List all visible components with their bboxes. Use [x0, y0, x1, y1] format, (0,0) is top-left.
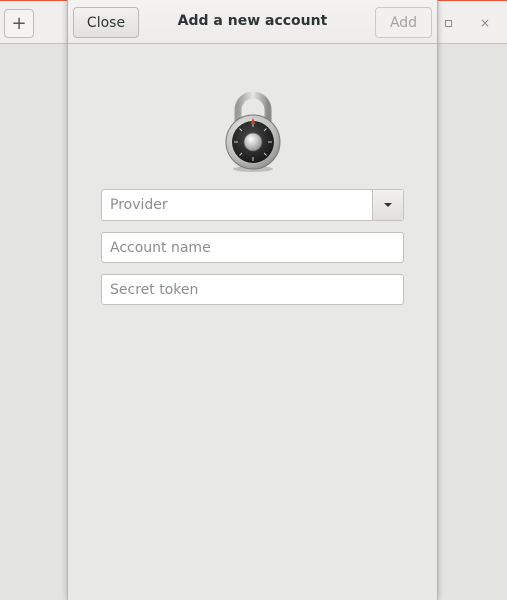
- maximize-icon: [444, 19, 452, 27]
- close-button[interactable]: Close: [73, 7, 139, 38]
- dialog-headerbar: Close Add a new account Add: [68, 0, 437, 44]
- lock-icon: [225, 91, 281, 172]
- chevron-down-icon: [384, 203, 392, 207]
- parent-add-button[interactable]: +: [4, 9, 34, 38]
- close-icon: ×: [479, 16, 491, 30]
- maximize-button[interactable]: [438, 13, 458, 33]
- plus-icon: +: [11, 13, 27, 34]
- secret-token-input[interactable]: [101, 274, 404, 305]
- dialog-title: Add a new account: [177, 13, 328, 29]
- window-close-button[interactable]: ×: [475, 13, 495, 33]
- provider-placeholder[interactable]: Provider: [102, 190, 372, 220]
- provider-dropdown-button[interactable]: [372, 190, 403, 220]
- add-button[interactable]: Add: [375, 7, 432, 38]
- add-account-dialog: Close Add a new account Add Provider Acc…: [67, 0, 438, 600]
- account-name-input[interactable]: [101, 232, 404, 263]
- provider-combobox[interactable]: Provider: [101, 189, 404, 221]
